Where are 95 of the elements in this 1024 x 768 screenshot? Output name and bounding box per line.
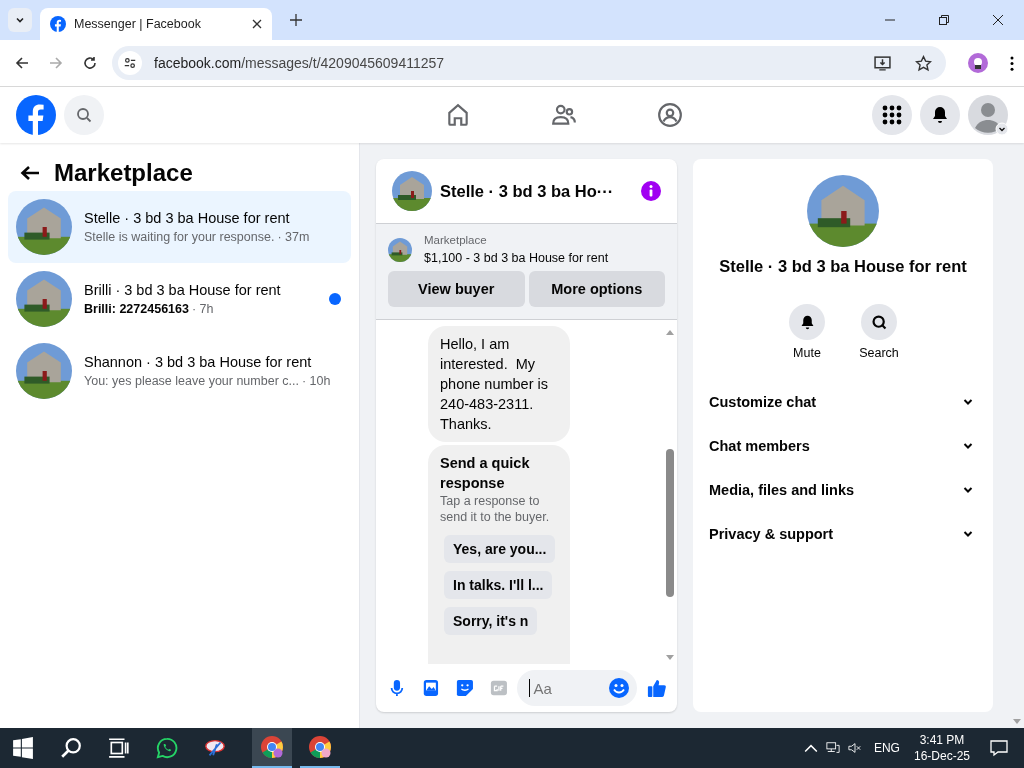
emoji-icon[interactable] bbox=[609, 678, 630, 698]
install-app-icon[interactable] bbox=[874, 54, 891, 72]
whatsapp-icon[interactable] bbox=[156, 737, 178, 759]
chrome-icon bbox=[260, 735, 284, 759]
facebook-logo-icon bbox=[50, 16, 66, 32]
info-icon[interactable] bbox=[641, 181, 661, 201]
message-preview: You: yes please leave your number c... bbox=[84, 374, 299, 388]
listing-action-button[interactable]: More options bbox=[528, 271, 665, 307]
action-label: Search bbox=[859, 346, 899, 360]
microphone-icon[interactable] bbox=[388, 678, 406, 698]
collapsible-section[interactable]: Media, files and links bbox=[693, 468, 993, 512]
tab-list-button[interactable] bbox=[8, 8, 32, 32]
clock-time[interactable]: 3:41 PM bbox=[919, 733, 965, 747]
chevron-down-icon bbox=[963, 531, 973, 537]
account-avatar-icon[interactable] bbox=[968, 95, 1008, 135]
conversation-title: Brilli · 3 bd 3 ba House for rent bbox=[84, 282, 282, 298]
listing-label: Marketplace bbox=[424, 234, 488, 246]
mute-button[interactable] bbox=[789, 304, 825, 340]
chevron-down-icon bbox=[963, 487, 973, 493]
tab-title: Messenger | Facebook bbox=[74, 17, 202, 31]
language-indicator[interactable]: ENG bbox=[873, 741, 900, 755]
sidebar-title: Marketplace bbox=[54, 159, 193, 187]
close-icon[interactable] bbox=[252, 19, 262, 29]
house-photo-placeholder bbox=[16, 199, 72, 255]
clock-date[interactable]: 16-Dec-25 bbox=[913, 749, 970, 763]
collapsible-section[interactable]: Chat members bbox=[693, 424, 993, 468]
quick-response-title: Send a quick response bbox=[440, 454, 531, 493]
quick-response-option[interactable]: Sorry, it's n bbox=[444, 607, 538, 635]
search-icon bbox=[870, 313, 888, 331]
bell-icon bbox=[930, 105, 950, 125]
chevron-down-icon bbox=[963, 443, 973, 449]
action-label: Mute bbox=[793, 346, 821, 360]
message-time: · 10h bbox=[301, 374, 331, 388]
chrome-taskbar-button[interactable] bbox=[252, 728, 292, 768]
collapsible-section[interactable]: Customize chat bbox=[693, 380, 993, 424]
new-tab-icon[interactable] bbox=[290, 14, 302, 26]
reload-icon[interactable] bbox=[82, 55, 98, 71]
groups-icon[interactable] bbox=[657, 102, 683, 128]
chevron-down-icon bbox=[15, 15, 25, 25]
house-photo-placeholder bbox=[16, 271, 72, 327]
menu-icon[interactable] bbox=[1010, 55, 1014, 71]
home-icon[interactable] bbox=[445, 102, 471, 128]
muted-speaker-icon[interactable] bbox=[847, 741, 862, 755]
chat-info-title: Stelle · 3 bd 3 ba House for rent bbox=[719, 257, 967, 276]
address-bar[interactable]: facebook.com/messages/t/4209045609411257 bbox=[112, 46, 946, 80]
conversation-title: Shannon · 3 bd 3 ba House for rent bbox=[84, 354, 313, 370]
friends-icon[interactable] bbox=[551, 102, 577, 128]
collapsible-section[interactable]: Privacy & support bbox=[693, 512, 993, 556]
scroll-up-arrow-icon[interactable] bbox=[666, 330, 674, 335]
windows-start-icon[interactable] bbox=[12, 737, 34, 759]
search-icon[interactable] bbox=[60, 737, 82, 759]
conversation-title: Stelle · 3 bd 3 ba House for rent bbox=[84, 210, 291, 226]
notification-center-icon[interactable] bbox=[990, 739, 1008, 757]
house-photo-placeholder bbox=[388, 237, 412, 262]
conversation-item[interactable]: Brilli · 3 bd 3 ba House for rent Brilli: 2272456163 · 7h bbox=[8, 263, 351, 335]
close-icon[interactable] bbox=[992, 14, 1004, 26]
facebook-logo-icon[interactable] bbox=[16, 95, 56, 135]
task-view-icon[interactable] bbox=[108, 737, 130, 759]
browser-tab[interactable]: Messenger | Facebook bbox=[40, 8, 272, 40]
search-button[interactable] bbox=[861, 304, 897, 340]
message-time: · 37m bbox=[277, 230, 310, 244]
image-icon[interactable] bbox=[421, 678, 440, 698]
chrome-icon bbox=[308, 735, 332, 759]
star-icon[interactable] bbox=[915, 54, 932, 72]
search-icon bbox=[76, 107, 92, 123]
site-settings-icon[interactable] bbox=[118, 51, 142, 75]
house-photo-placeholder bbox=[16, 343, 72, 399]
back-arrow-icon[interactable] bbox=[14, 55, 30, 71]
grid-icon bbox=[882, 105, 902, 125]
conversation-item[interactable]: Stelle · 3 bd 3 ba House for rent Stelle is waiting for your response. · 37m bbox=[8, 191, 351, 263]
scroll-down-arrow-icon[interactable] bbox=[666, 655, 674, 660]
message-preview: Brilli: 2272456163 bbox=[84, 302, 189, 316]
chat-title: Stelle · 3 bd 3 ba Ho··· bbox=[440, 181, 615, 201]
restore-icon[interactable] bbox=[938, 14, 950, 26]
quick-response-option[interactable]: In talks. I'll l... bbox=[444, 571, 553, 599]
profile-avatar-icon[interactable] bbox=[968, 53, 988, 73]
quick-response-option[interactable]: Yes, are you... bbox=[444, 535, 556, 563]
snipping-tool-icon[interactable] bbox=[204, 737, 226, 759]
message-bubble: Hello, I am interested. My phone number is 240-483-2311. Thanks. bbox=[428, 326, 570, 442]
message-time: · 7h bbox=[191, 302, 214, 316]
house-photo-placeholder bbox=[392, 171, 432, 211]
network-icon[interactable] bbox=[825, 741, 840, 755]
message-preview: Stelle is waiting for your response. bbox=[84, 230, 275, 244]
listing-action-button[interactable]: View buyer bbox=[388, 271, 525, 307]
back-arrow-icon[interactable] bbox=[20, 165, 40, 181]
sticker-icon[interactable] bbox=[455, 678, 474, 698]
quick-response-hint: Tap a response to send it to the buyer. bbox=[440, 493, 551, 525]
conversation-item[interactable]: Shannon · 3 bd 3 ba House for rent You: yes please leave your number c... · 10h bbox=[8, 335, 351, 407]
notifications-button[interactable] bbox=[920, 95, 960, 135]
apps-menu-button[interactable] bbox=[872, 95, 912, 135]
message-composer[interactable]: Aa bbox=[517, 670, 638, 706]
message-input-field[interactable]: Aa bbox=[531, 678, 609, 698]
thumbs-up-icon[interactable] bbox=[647, 677, 667, 699]
listing-title: $1,100 - 3 bd 3 ba House for rent bbox=[424, 251, 609, 265]
chevron-down-icon bbox=[963, 399, 973, 405]
